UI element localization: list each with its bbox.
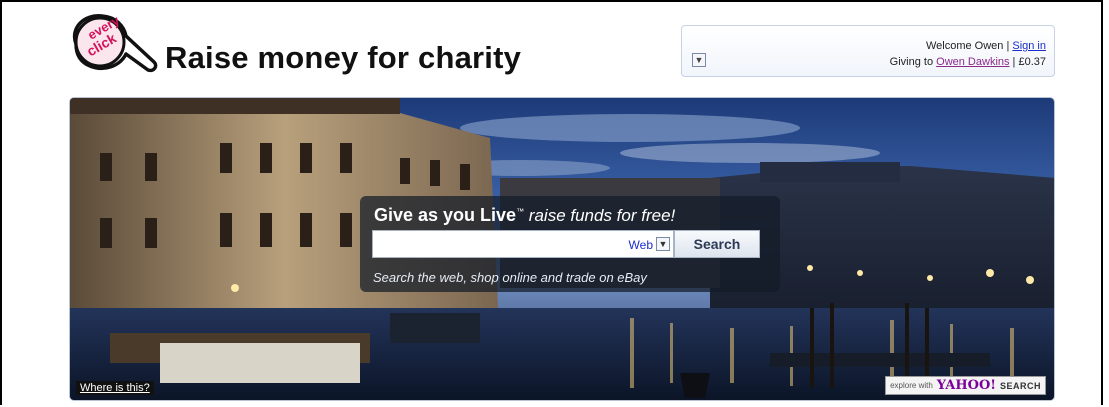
search-subtitle: Search the web, shop online and trade on…	[373, 270, 647, 285]
trademark-mark: ™	[516, 207, 525, 216]
sign-in-link[interactable]: Sign in	[1012, 40, 1046, 52]
yahoo-search-badge[interactable]: explore with YAHOO! SEARCH	[885, 376, 1046, 395]
account-panel: ▼ Welcome Owen | Sign in Giving to Owen …	[681, 25, 1055, 77]
giving-amount: | £0.37	[1009, 56, 1046, 68]
hero-banner: Give as you Live™ raise funds for free! …	[69, 97, 1055, 401]
search-tagline: raise funds for free!	[524, 206, 676, 225]
search-panel: Give as you Live™ raise funds for free! …	[360, 196, 780, 292]
yahoo-prefix: explore with	[890, 381, 933, 390]
giving-line: Giving to Owen Dawkins | £0.37	[890, 56, 1046, 68]
page-title: Raise money for charity	[165, 40, 522, 75]
search-heading: Give as you Live™ raise funds for free!	[374, 205, 675, 226]
search-input[interactable]	[376, 233, 610, 257]
everyclick-logo[interactable]: every click	[68, 10, 160, 78]
search-button[interactable]: Search	[674, 230, 760, 258]
give-as-you-live-brand: Give as you Live	[374, 205, 517, 225]
search-box: Web ▼	[372, 230, 674, 258]
where-is-this-link[interactable]: Where is this?	[76, 381, 154, 395]
chevron-down-icon[interactable]: ▼	[692, 53, 706, 67]
yahoo-logo: YAHOO!	[936, 378, 996, 393]
welcome-text: Welcome Owen |	[925, 40, 1013, 52]
welcome-line: Welcome Owen | Sign in	[926, 40, 1046, 52]
charity-link[interactable]: Owen Dawkins	[936, 56, 1009, 68]
search-scope-select[interactable]: Web	[629, 238, 653, 252]
giving-prefix: Giving to	[889, 56, 937, 68]
yahoo-search-label: SEARCH	[999, 380, 1041, 391]
chevron-down-icon[interactable]: ▼	[656, 237, 670, 251]
